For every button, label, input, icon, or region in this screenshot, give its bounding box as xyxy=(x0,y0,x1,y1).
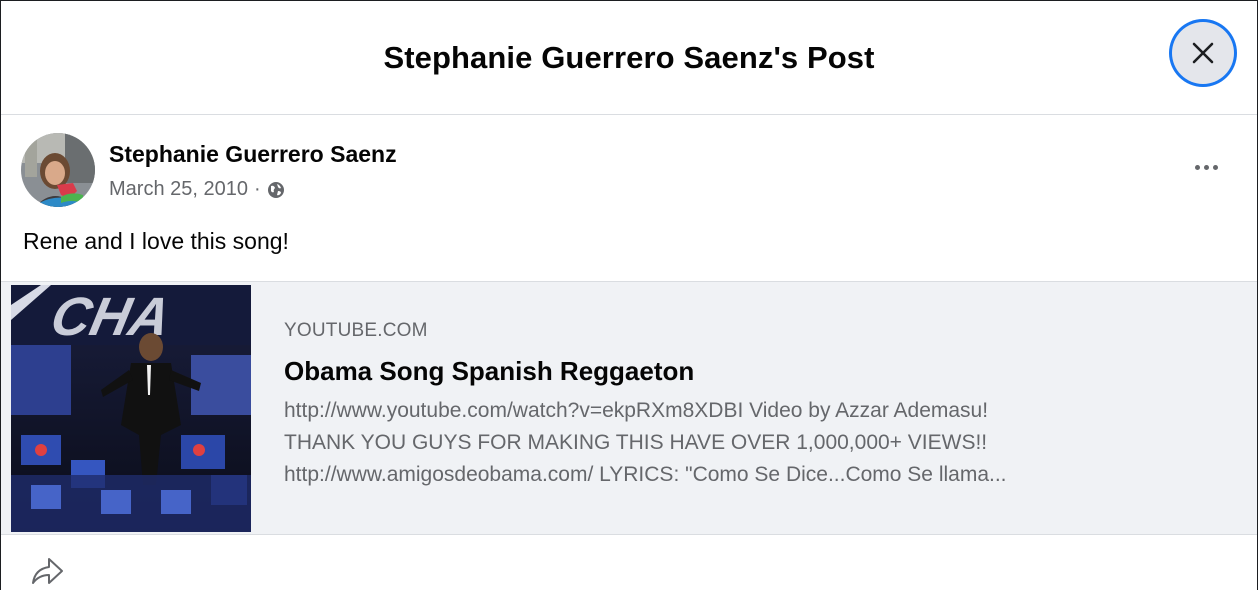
author-name[interactable]: Stephanie Guerrero Saenz xyxy=(109,141,397,168)
meta-separator: · xyxy=(253,178,261,200)
more-options-button[interactable] xyxy=(1188,157,1224,177)
post-header: Stephanie Guerrero Saenz March 25, 2010 … xyxy=(21,133,1257,213)
link-thumbnail[interactable]: CHA xyxy=(11,285,251,532)
dialog-header: Stephanie Guerrero Saenz's Post xyxy=(1,1,1257,115)
post-text: Rene and I love this song! xyxy=(23,228,289,254)
close-button[interactable] xyxy=(1172,22,1234,84)
link-preview-card[interactable]: CHA YOUTUBE.COM Obama Song Spanish Regga… xyxy=(1,281,1257,535)
link-title[interactable]: Obama Song Spanish Reggaeton xyxy=(284,356,694,387)
share-icon xyxy=(32,558,63,584)
close-icon xyxy=(1192,42,1214,64)
post-date[interactable]: March 25, 2010 xyxy=(109,178,248,201)
post-dialog: Stephanie Guerrero Saenz's Post Stephani… xyxy=(0,0,1258,590)
share-button[interactable] xyxy=(29,553,65,589)
dialog-title: Stephanie Guerrero Saenz's Post xyxy=(383,39,875,75)
link-description-line: http://www.amigosdeobama.com/ LYRICS: "C… xyxy=(284,463,1007,486)
avatar[interactable] xyxy=(21,133,95,207)
link-description-line: http://www.youtube.com/watch?v=ekpRXm8XD… xyxy=(284,399,989,422)
more-options-icon xyxy=(1194,164,1200,170)
link-description-line: THANK YOU GUYS FOR MAKING THIS HAVE OVER… xyxy=(284,431,988,454)
globe-icon[interactable] xyxy=(267,181,285,199)
link-description: http://www.youtube.com/watch?v=ekpRXm8XD… xyxy=(284,395,1204,491)
post-meta: March 25, 2010 · xyxy=(109,178,285,201)
link-domain: YOUTUBE.COM xyxy=(284,320,428,341)
